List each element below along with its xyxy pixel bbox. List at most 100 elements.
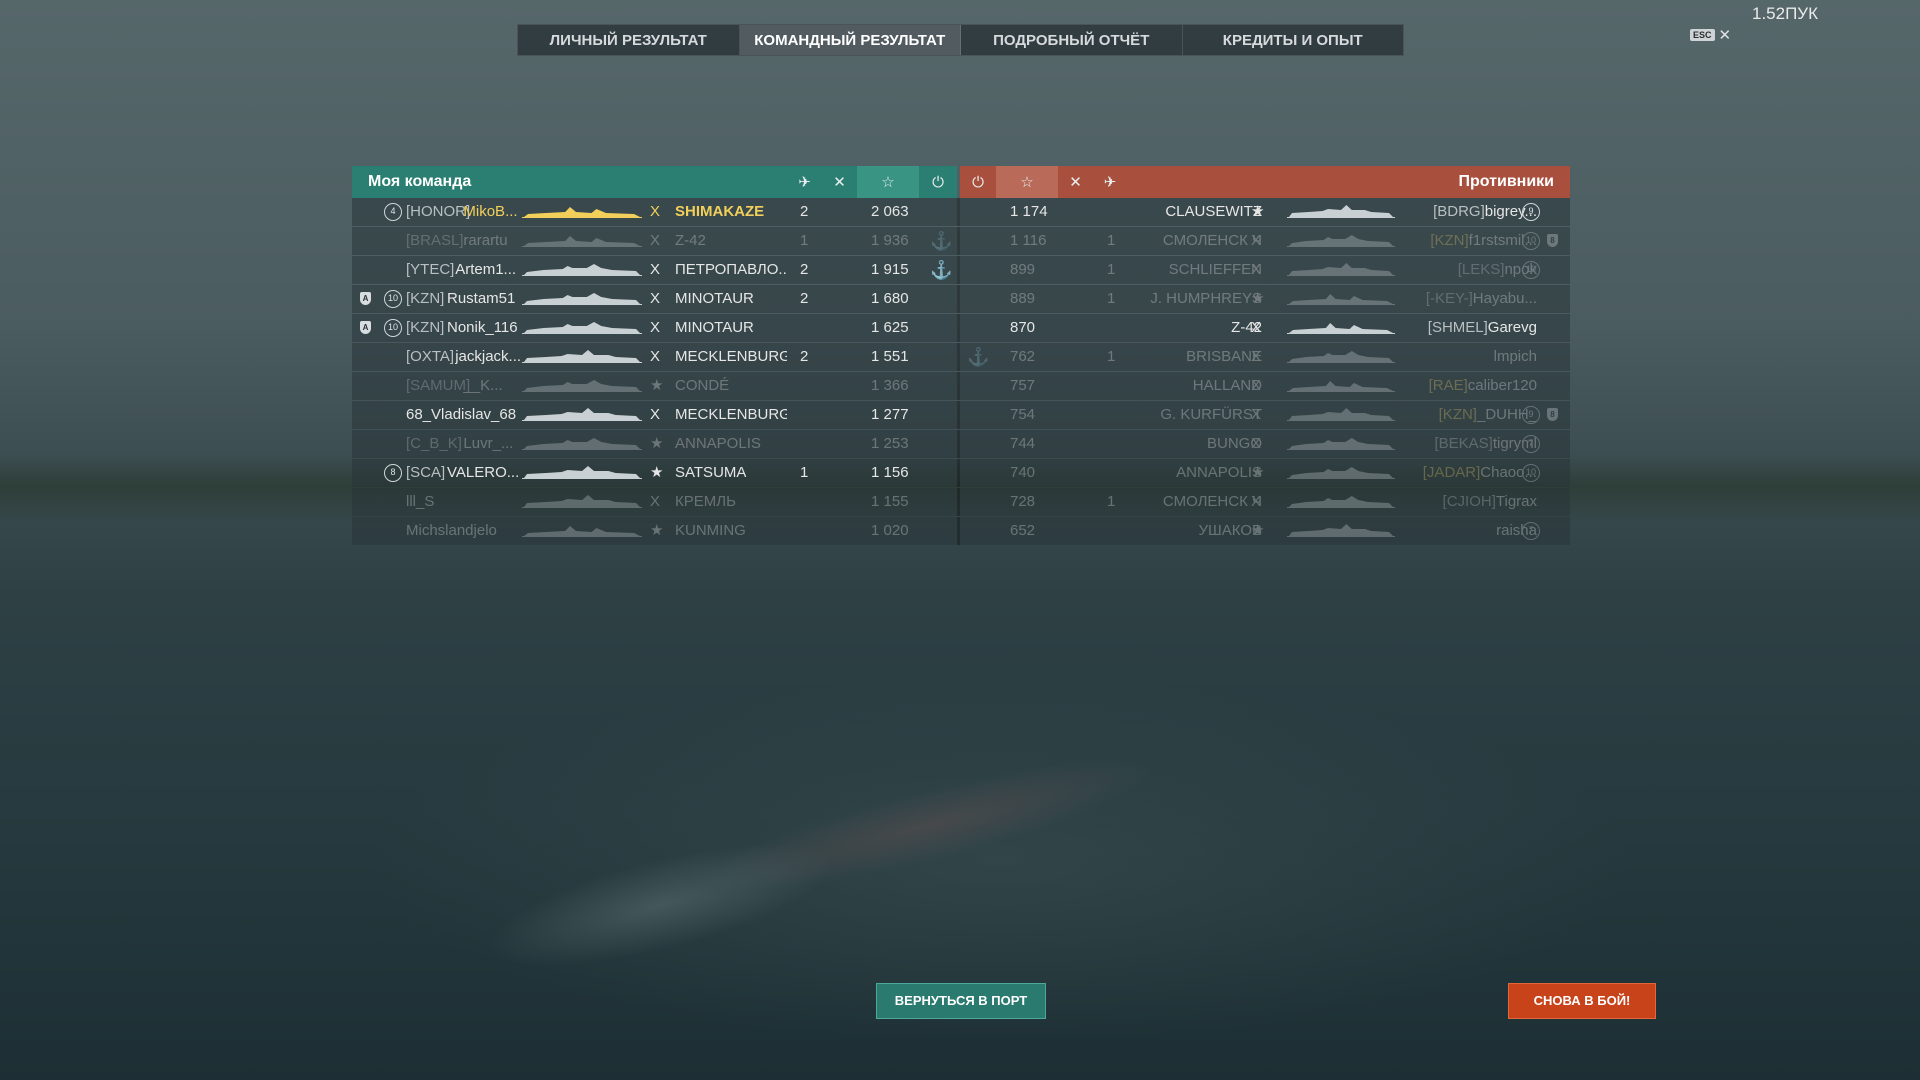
player-name: Hayabu... [1472,290,1537,307]
table-row: A 10 [KZN] Rustam51 X MINOTAUR 2 1 680 889 1 J. HU… [352,285,1570,314]
player-name: lmpich [1493,348,1537,365]
return-to-port-button[interactable]: ВЕРНУТЬСЯ В ПОРТ [876,983,1046,1019]
background-wake [474,817,846,993]
ship-name: СМОЛЕНСК Ч [1162,493,1262,510]
ship-tier: X [1251,493,1262,510]
battle-again-button[interactable]: СНОВА В БОЙ! [1508,983,1656,1019]
ship-silhouette-icon [1287,523,1395,539]
enemy-player[interactable]: 744 BUNGO X [BEKAS]tigryml 7 [352,430,1570,458]
table-row: A 10 [KZN] Nonik_116 X MINOTAUR 1 625 870 Z-42 X[… [352,314,1570,343]
enemy-name-group: [RAE]caliber120 [1397,372,1537,400]
clan-tag: [BDRG] [1433,203,1485,220]
enemy-player[interactable]: 754 G. KURFÜRST X [KZN]_DUHH_ 9 8 [352,401,1570,429]
enemy-name-group: [CJIOH]Tigrax [1397,488,1537,516]
ship-silhouette-icon [1287,291,1395,307]
ship-silhouette-icon [1287,233,1395,249]
service-record-badge-icon: 9 [1522,203,1540,221]
player-name: Garevg [1487,319,1537,336]
enemy-name-group: [BEKAS]tigryml [1397,430,1537,458]
base-xp: 740 [1010,464,1036,481]
ship-name: СМОЛЕНСК Ч [1162,232,1262,249]
enemy-player[interactable]: 899 1 SCHLIEFFEN X [LEKS]npok 10 [352,256,1570,284]
board-header: Моя команда ✈ ✕ ☆ ⏻ ⏻ ☆ ✕ ✈ Противники [352,166,1570,198]
enemy-name-group: [KZN]f1rstsmil... [1397,227,1537,255]
ship-tier: X [1251,377,1262,394]
ship-silhouette-icon [1287,378,1395,394]
table-row: [OXTA] jackjack... X MECKLENBURG 2 1 551 ⚓ 762 1… [352,343,1570,372]
ship-tier: ★ [1251,522,1265,539]
ship-name: CLAUSEWITZ [1165,203,1262,220]
enemy-player[interactable]: 757 HALLAND X [RAE]caliber120 [352,372,1570,400]
enemy-name-group: [BDRG]bigrey... [1397,198,1537,226]
ship-tier: X [1251,319,1262,336]
ship-tier: ★ [1251,203,1265,220]
enemies-title: Противники [1458,173,1555,190]
tab-personal-result[interactable]: ЛИЧНЫЙ РЕЗУЛЬТАТ [518,25,740,55]
service-record-badge-icon: 7 [1522,435,1540,453]
my-team-header: Моя команда [352,166,787,198]
enemy-name-group: lmpich [1397,343,1537,371]
service-record-badge-icon: 9 [1522,406,1540,424]
base-xp: 728 [1010,493,1036,510]
result-tabs: ЛИЧНЫЙ РЕЗУЛЬТАТ КОМАНДНЫЙ РЕЗУЛЬТАТ ПОД… [517,24,1404,56]
ship-tier: X [1251,261,1262,278]
close-icon: ✕ [1718,27,1732,44]
enemy-player[interactable]: 1 174 CLAUSEWITZ ★ [BDRG]bigrey... 9 [352,198,1570,226]
ship-silhouette-icon [1287,349,1395,365]
ship-name: SCHLIEFFEN [1168,261,1262,278]
base-xp: 757 [1010,377,1036,394]
player-name: Tigrax [1495,493,1537,510]
base-xp: 1 116 [1010,232,1047,249]
ship-name: Z-42 [1231,319,1262,336]
enemy-player[interactable]: 1 116 1 СМОЛЕНСК Ч X [KZN]f1rstsmil... 10 8 [352,227,1570,255]
enemy-player[interactable]: 652 УШАКОВ ★ raisha 7 [352,517,1570,545]
ship-silhouette-icon [1287,436,1395,452]
enemy-player[interactable]: ⚓ 762 1 BRISBANE Xlmpich [352,343,1570,371]
table-row: Michslandjelo ★ KUNMING 1 020 652 УШАКОВ ★ rais… [352,517,1570,546]
ship-silhouette-icon [1287,204,1395,220]
ship-tier: ★ [1251,290,1265,307]
table-row: 8 [SCA] VALERO... ★ SATSUMA 1 1 156 740 ANNAPOLI… [352,459,1570,488]
base-xp: 652 [1010,522,1036,539]
enemy-player[interactable]: 740 ANNAPOLIS ★ [JADAR]Chaoo... 10 [352,459,1570,487]
ship-silhouette-icon [1287,465,1395,481]
enemy-capture-column-icon: ⏻ [960,166,996,198]
enemy-planes-column-icon: ✈ [1093,166,1127,198]
capture-column-icon: ⏻ [919,166,957,198]
esc-key-icon: ESC [1690,29,1715,41]
tab-credits-xp[interactable]: КРЕДИТЫ И ОПЫТ [1183,25,1404,55]
ship-name: BRISBANE [1186,348,1262,365]
base-xp: 870 [1010,319,1036,336]
table-row: lll_S X КРЕМЛЬ 1 155 728 1 СМОЛЕНСК Ч X [CJIOH]T… [352,488,1570,517]
enemy-name-group: [LEKS]npok [1397,256,1537,284]
tab-team-result[interactable]: КОМАНДНЫЙ РЕЗУЛЬТАТ [739,25,961,55]
enemy-player[interactable]: 728 1 СМОЛЕНСК Ч X [CJIOH]Tigrax [352,488,1570,516]
clan-tag: [KZN] [1430,232,1469,249]
clan-tag: [CJIOH] [1442,493,1496,510]
service-record-badge-icon: 7 [1522,522,1540,540]
rank-shield-icon: 8 [1547,408,1558,421]
clan-tag: [SHMEL] [1427,319,1488,336]
clan-tag: [-KEY-] [1425,290,1473,307]
ship-tier: ★ [1251,464,1265,481]
enemy-player[interactable]: 870 Z-42 X [SHMEL]Garevg [352,314,1570,342]
team-result-board: Моя команда ✈ ✕ ☆ ⏻ ⏻ ☆ ✕ ✈ Противники 4… [352,166,1570,546]
table-row: 4 [HONOR] MikoB... X SHIMAKAZE 2 2 063 1 174 CLA… [352,198,1570,227]
clan-tag: [JADAR] [1422,464,1481,481]
tab-detailed-report[interactable]: ПОДРОБНЫЙ ОТЧЁТ [961,25,1183,55]
ship-name: HALLAND [1192,377,1262,394]
top-right-label: 1.52ПУК [1752,4,1819,23]
table-row: [C_B_K] Luvr_... ★ ANNAPOLIS 1 253 744 BUNGO X[… [352,430,1570,459]
planes-column-icon: ✈ [787,166,822,198]
service-record-badge-icon: 10 [1522,464,1540,482]
enemy-player[interactable]: 889 1 J. HUMPHREYS ★ [-KEY-]Hayabu... [352,285,1570,313]
anchor-icon: ⚓ [967,347,990,367]
base-xp: 762 [1010,348,1036,365]
xp-column-icon: ☆ [857,166,919,198]
enemy-name-group: [-KEY-]Hayabu... [1397,285,1537,313]
clan-tag: [RAE] [1428,377,1468,394]
base-xp: 754 [1010,406,1036,423]
ship-silhouette-icon [1287,494,1395,510]
close-button[interactable]: ESC ✕ [1690,26,1731,44]
result-rows: 4 [HONOR] MikoB... X SHIMAKAZE 2 2 063 1 174 CLA… [352,198,1570,546]
